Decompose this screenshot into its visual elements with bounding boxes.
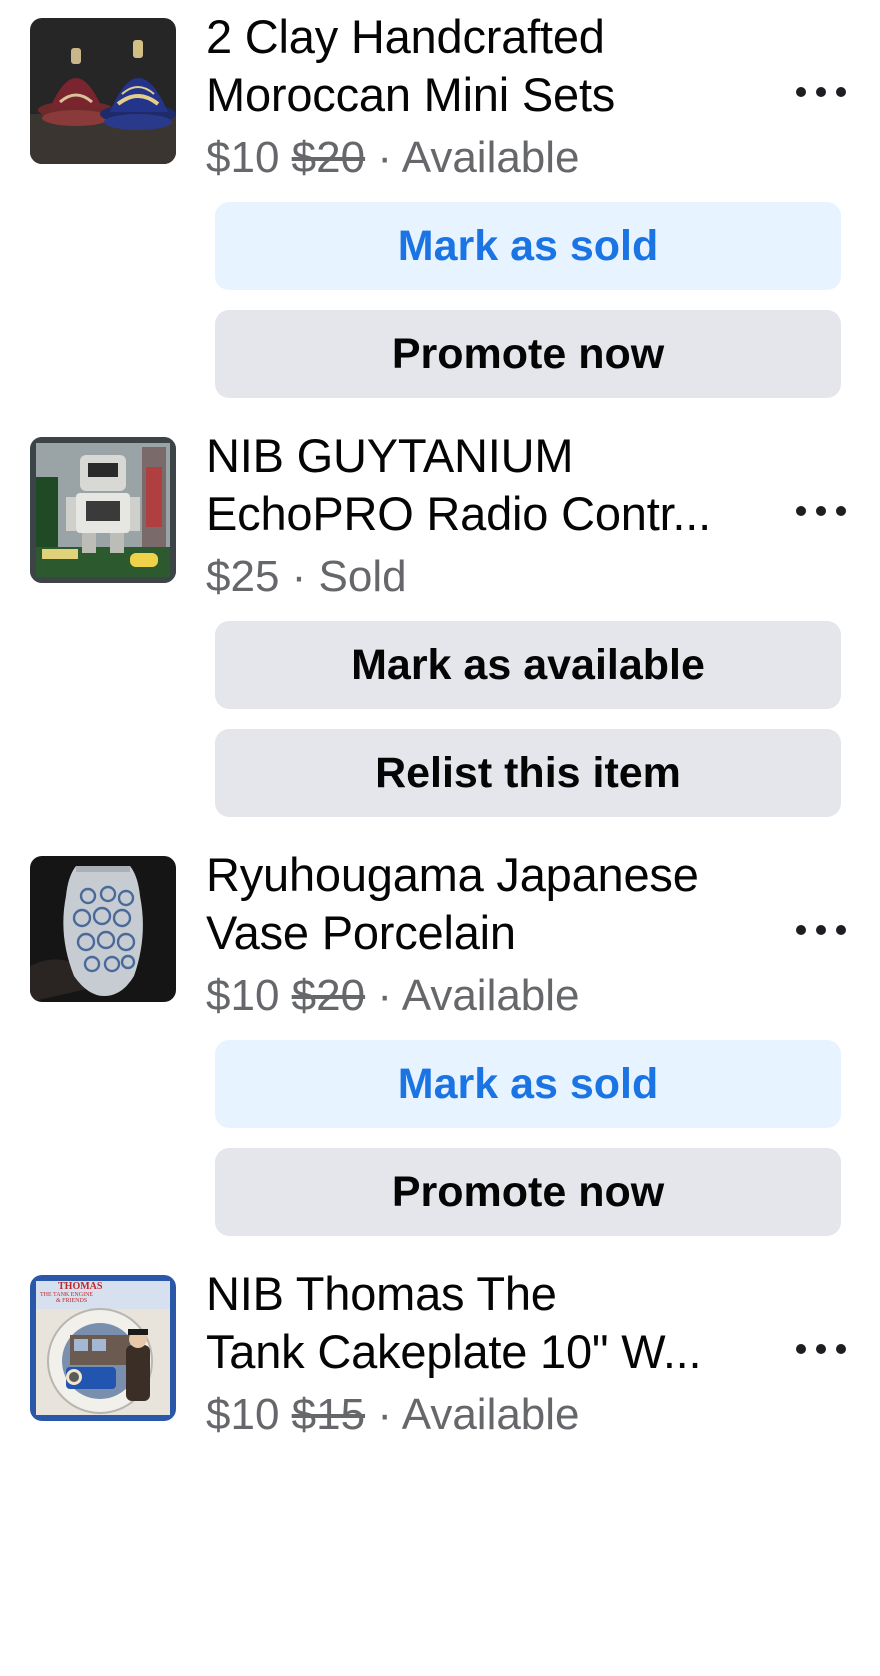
- listing-title-line: 2 Clay Handcrafted: [206, 10, 605, 63]
- meta-separator: ·: [377, 133, 392, 182]
- listing-price: $25: [206, 552, 280, 601]
- listing-title-line: Vase Porcelain: [206, 906, 516, 959]
- listing-title[interactable]: NIB GUYTANIUM EchoPRO Radio Contr...: [206, 427, 766, 543]
- promote-now-button[interactable]: Promote now: [215, 310, 841, 398]
- more-options-icon[interactable]: [796, 82, 846, 102]
- listing-thumbnail[interactable]: [30, 437, 176, 583]
- listing-meta: $25 · Sold: [206, 549, 766, 605]
- listing-item[interactable]: 2 Clay Handcrafted Moroccan Mini Sets $1…: [0, 0, 880, 419]
- listing-thumbnail[interactable]: THOMAS THE TANK ENGINE & FRIENDS: [30, 1275, 176, 1421]
- listing-item[interactable]: NIB GUYTANIUM EchoPRO Radio Contr... $25…: [0, 419, 880, 838]
- listing-meta: $10 $20 · Available: [206, 968, 766, 1024]
- listing-info[interactable]: 2 Clay Handcrafted Moroccan Mini Sets $1…: [206, 8, 766, 186]
- meta-separator: ·: [377, 971, 392, 1020]
- listing-info[interactable]: NIB GUYTANIUM EchoPRO Radio Contr... $25…: [206, 427, 766, 605]
- mark-as-sold-button[interactable]: Mark as sold: [215, 1040, 841, 1128]
- listing-title-line: Tank Cakeplate 10" W...: [206, 1325, 702, 1378]
- relist-item-button[interactable]: Relist this item: [215, 729, 841, 817]
- meta-separator: ·: [291, 552, 307, 601]
- listing-price: $10: [206, 971, 280, 1020]
- mark-as-available-button[interactable]: Mark as available: [215, 621, 841, 709]
- meta-separator: ·: [377, 1390, 392, 1439]
- listing-title[interactable]: 2 Clay Handcrafted Moroccan Mini Sets: [206, 8, 766, 124]
- listing-item[interactable]: Ryuhougama Japanese Vase Porcelain $10 $…: [0, 838, 880, 1257]
- listing-status: Available: [401, 1390, 580, 1439]
- listing-meta: $10 $15 · Available: [206, 1387, 766, 1443]
- listing-title-line: EchoPRO Radio Contr...: [206, 487, 712, 540]
- listing-original-price: $20: [291, 133, 366, 182]
- thumb-text: THOMAS: [58, 1281, 103, 1292]
- listing-price: $10: [206, 1390, 280, 1439]
- listing-info[interactable]: NIB Thomas The Tank Cakeplate 10" W... $…: [206, 1265, 766, 1443]
- mark-as-sold-button[interactable]: Mark as sold: [215, 202, 841, 290]
- listing-original-price: $20: [291, 971, 366, 1020]
- listing-meta: $10 $20 · Available: [206, 130, 766, 186]
- listing-original-price: $15: [291, 1390, 366, 1439]
- more-options-icon[interactable]: [796, 920, 846, 940]
- listing-thumbnail[interactable]: [30, 18, 176, 164]
- more-options-icon[interactable]: [796, 1339, 846, 1359]
- listing-thumbnail[interactable]: [30, 856, 176, 1002]
- listing-title[interactable]: NIB Thomas The Tank Cakeplate 10" W...: [206, 1265, 766, 1381]
- listing-title-line: Ryuhougama Japanese: [206, 848, 699, 901]
- thumb-text: & FRIENDS: [56, 1298, 87, 1304]
- promote-now-button[interactable]: Promote now: [215, 1148, 841, 1236]
- listing-status: Available: [401, 133, 580, 182]
- more-options-icon[interactable]: [796, 501, 846, 521]
- listing-title-line: NIB Thomas The: [206, 1267, 557, 1320]
- listing-item[interactable]: THOMAS THE TANK ENGINE & FRIENDS NIB Tho…: [0, 1257, 880, 1676]
- listing-title[interactable]: Ryuhougama Japanese Vase Porcelain: [206, 846, 766, 962]
- listing-status: Available: [401, 971, 580, 1020]
- listing-info[interactable]: Ryuhougama Japanese Vase Porcelain $10 $…: [206, 846, 766, 1024]
- listing-price: $10: [206, 133, 280, 182]
- listing-title-line: Moroccan Mini Sets: [206, 68, 616, 121]
- listing-title-line: NIB GUYTANIUM: [206, 429, 574, 482]
- listing-status: Sold: [318, 552, 407, 601]
